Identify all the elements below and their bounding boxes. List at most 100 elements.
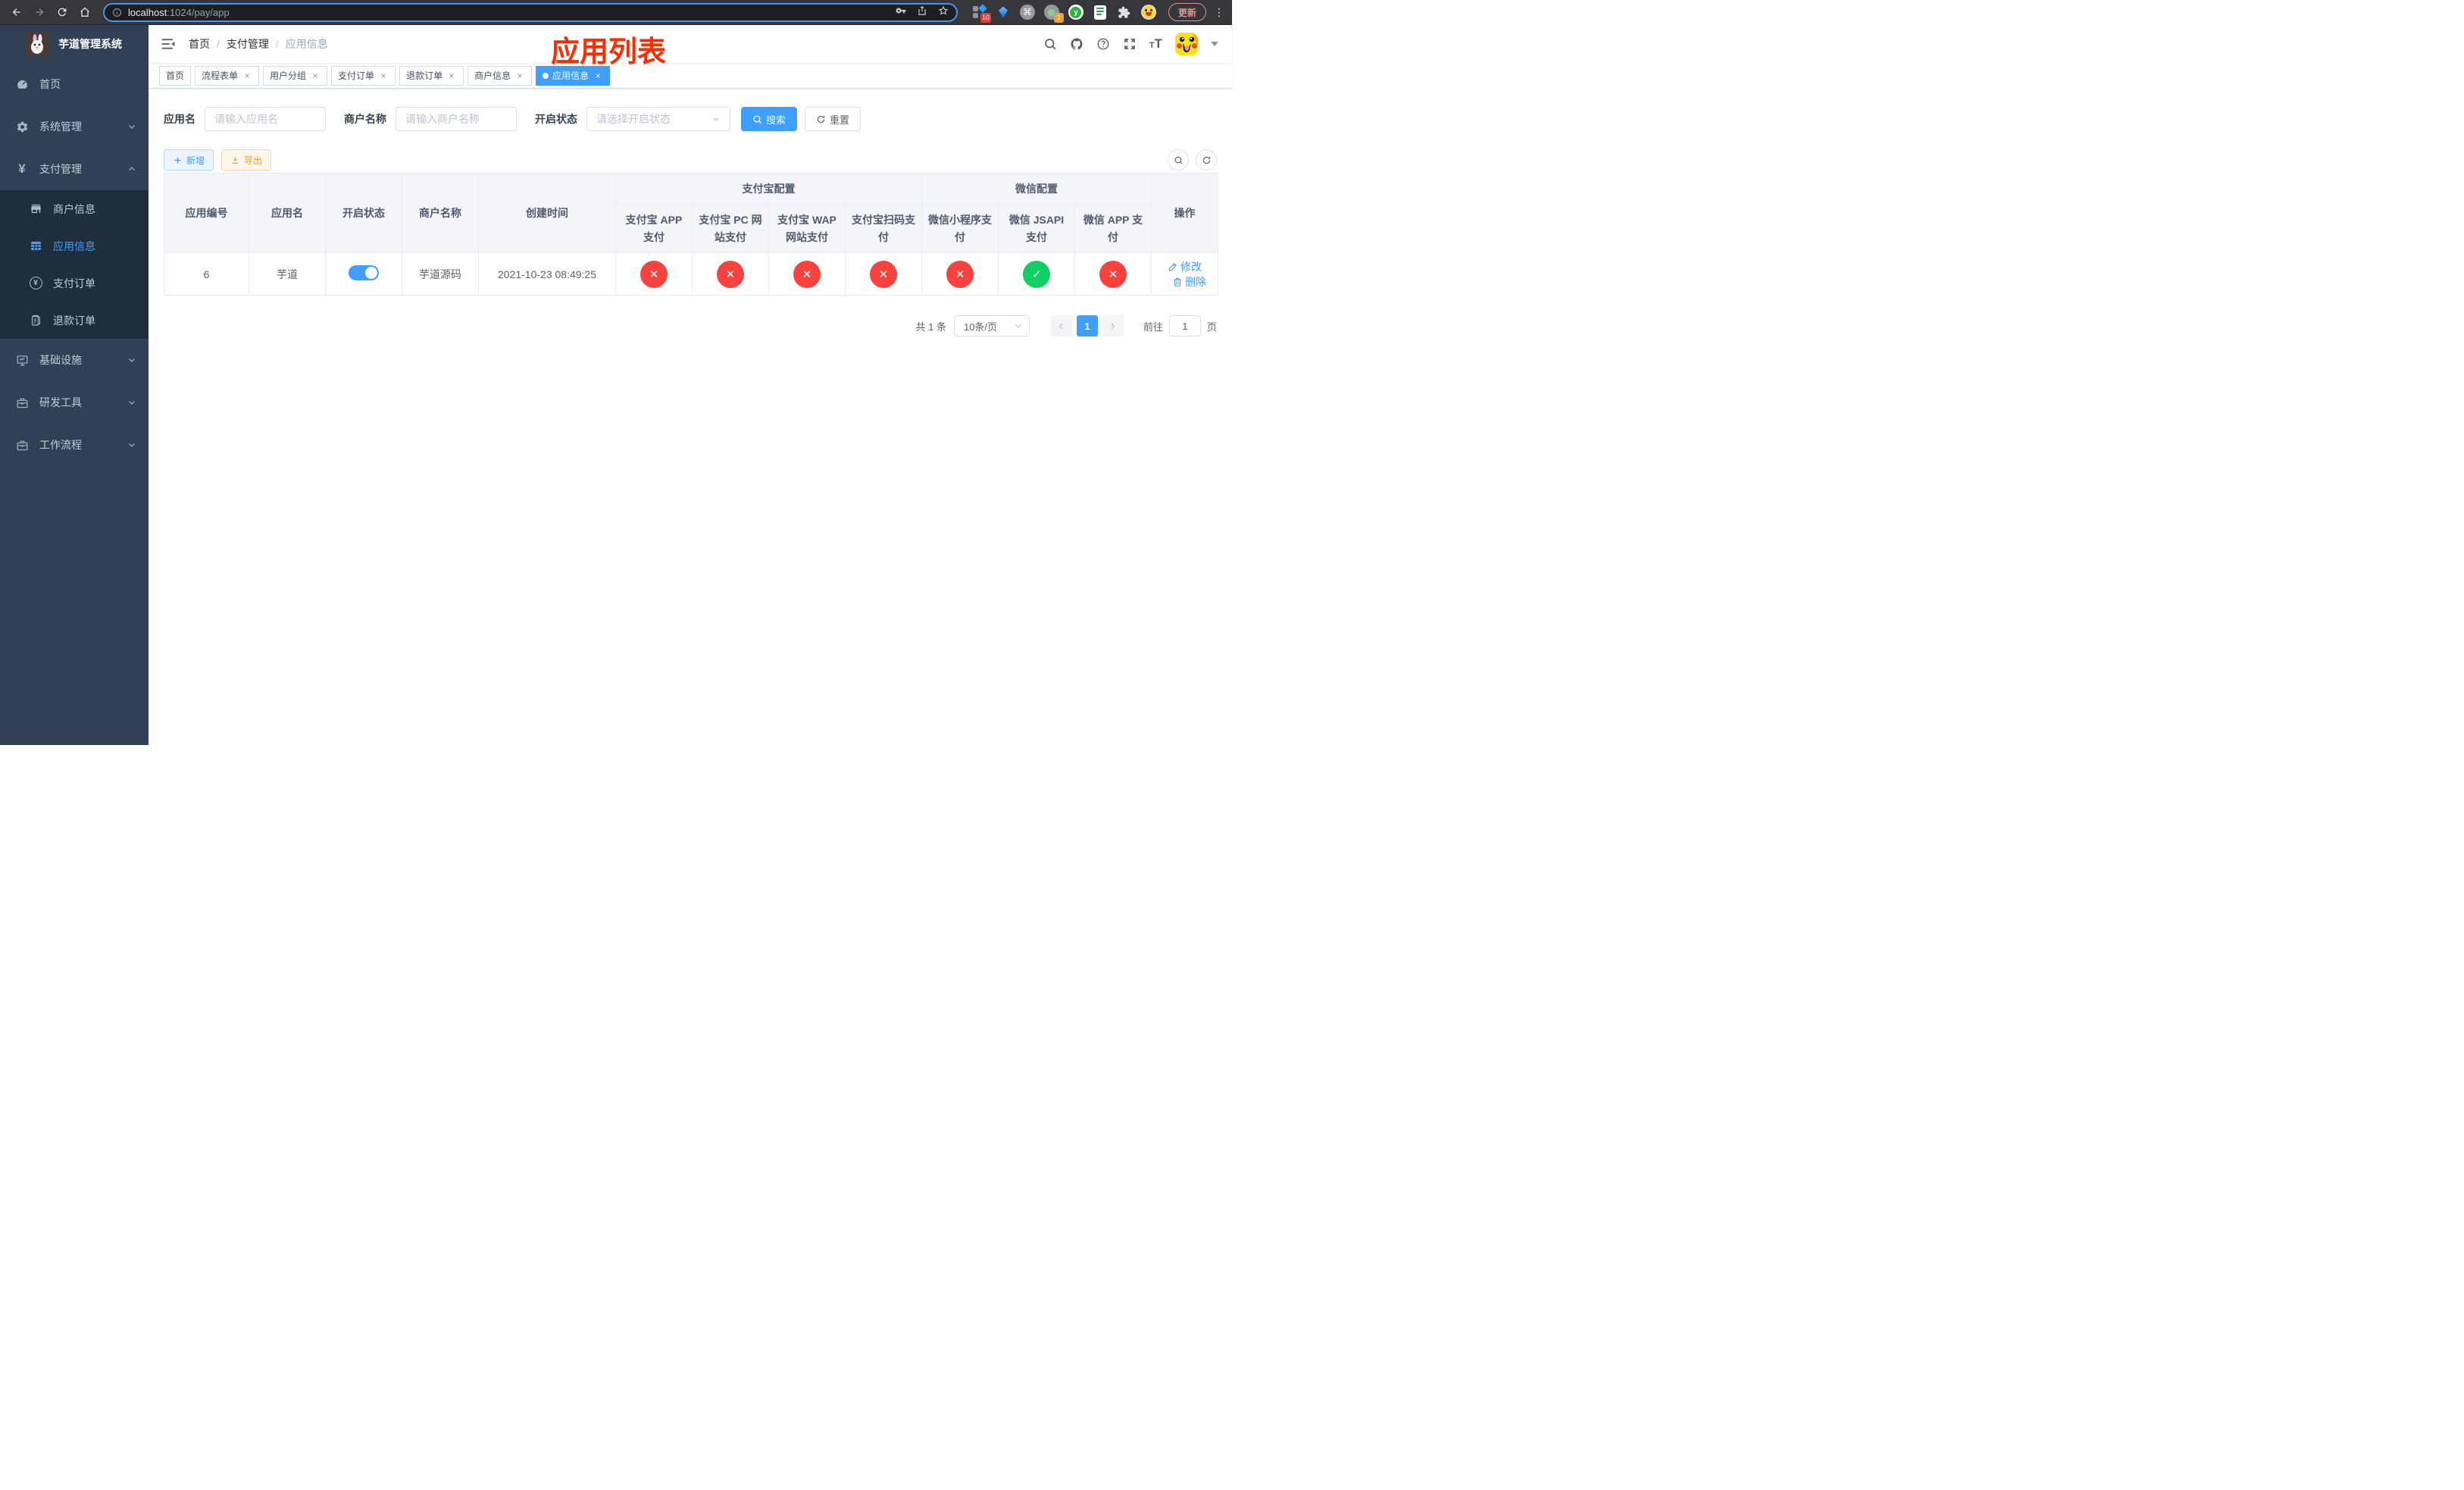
status-toggle[interactable] (349, 265, 379, 280)
page-number-1[interactable]: 1 (1076, 315, 1098, 337)
edit-link[interactable]: 修改 (1168, 259, 1202, 274)
tags-view-bar: 首页 流程表单 用户分组 支付订单 退款订单 商户信息 应用信息 (149, 63, 1232, 89)
extensions-puzzle-icon[interactable] (1117, 5, 1132, 20)
extension-badge: 10 (980, 13, 991, 23)
prev-page-button[interactable] (1050, 315, 1072, 337)
address-bar[interactable]: localhost:1024/pay/app (103, 2, 958, 22)
sidebar-item-system[interactable]: 系统管理 (0, 105, 149, 148)
back-icon[interactable] (8, 3, 26, 21)
chrome-update-button[interactable]: 更新 (1168, 3, 1206, 21)
sidebar-item-workflow[interactable]: 工作流程 (0, 424, 149, 466)
active-tab-dot (543, 72, 549, 79)
share-icon[interactable] (917, 5, 927, 20)
export-button[interactable]: 导出 (221, 149, 272, 171)
sidebar-item-dev-tools[interactable]: 研发工具 (0, 381, 149, 424)
sidebar-item-label: 研发工具 (39, 396, 82, 408)
sidebar-item-label: 支付订单 (53, 277, 95, 290)
delete-link[interactable]: 删除 (1172, 274, 1206, 290)
status-select[interactable]: 请选择开启状态 (586, 107, 730, 131)
sidebar-item-home[interactable]: 首页 (0, 63, 149, 105)
site-info-icon[interactable] (112, 8, 122, 17)
extension-doc-icon[interactable] (1093, 5, 1108, 20)
page-size-select[interactable]: 10条/页 (953, 315, 1030, 337)
monitor-icon (15, 353, 29, 367)
goto-page-input[interactable] (1168, 315, 1201, 337)
forward-icon[interactable] (30, 3, 48, 21)
tab-home[interactable]: 首页 (159, 65, 192, 86)
avatar[interactable] (1175, 33, 1198, 55)
tab-close-icon[interactable] (593, 70, 603, 81)
github-icon[interactable] (1070, 37, 1083, 51)
breadcrumb-payment[interactable]: 支付管理 (227, 36, 269, 52)
search-icon[interactable] (1043, 37, 1057, 51)
status-wechat-jsapi-icon: ✓ (1023, 260, 1050, 288)
gear-icon (15, 120, 29, 133)
sidebar-item-app-info[interactable]: 应用信息 (0, 227, 149, 265)
field-label-merchant-name: 商户名称 (344, 113, 386, 125)
avatar-caret-icon[interactable] (1211, 42, 1218, 46)
bookmark-star-icon[interactable] (938, 5, 949, 20)
col-header-app-id: 应用编号 (164, 173, 249, 253)
browser-menu-icon[interactable]: ⋮ (1214, 6, 1224, 19)
refresh-button[interactable] (1196, 149, 1217, 171)
merchant-name-input[interactable] (396, 107, 517, 131)
table-toolbar: 新增 导出 (164, 149, 1217, 171)
extension-record-icon[interactable]: 1 (1043, 5, 1064, 23)
help-icon[interactable] (1096, 37, 1110, 51)
app-logo[interactable]: 芋道管理系统 (0, 25, 149, 63)
status-alipay-wap-icon: ✕ (793, 260, 821, 288)
pagination: 共 1 条 10条/页 1 前往 页 (164, 315, 1217, 337)
password-key-icon[interactable] (896, 5, 906, 20)
col-header-status: 开启状态 (325, 173, 402, 253)
sidebar-item-label: 应用信息 (53, 239, 95, 252)
profile-emoji-icon[interactable] (1140, 5, 1156, 20)
breadcrumb-home[interactable]: 首页 (189, 36, 210, 52)
grid-icon (29, 239, 42, 253)
sidebar-item-label: 首页 (39, 78, 61, 90)
sidebar-item-label: 退款订单 (53, 314, 95, 327)
extension-command-icon[interactable]: ⌘ (1019, 5, 1035, 20)
gauge-icon (15, 77, 29, 91)
sidebar-item-merchant-info[interactable]: 商户信息 (0, 190, 149, 227)
col-header-alipay-wap: 支付宝 WAP 网站支付 (768, 205, 846, 253)
sidebar-item-label: 基础设施 (39, 354, 82, 366)
status-alipay-app-icon: ✕ (640, 260, 668, 288)
search-button[interactable]: 搜索 (741, 107, 798, 131)
cell-alipay-wap: ✕ (768, 252, 846, 296)
sidebar-item-payment[interactable]: ¥ 支付管理 (0, 148, 149, 190)
add-button[interactable]: 新增 (164, 149, 214, 171)
next-page-button[interactable] (1102, 315, 1124, 337)
tab-pay-order[interactable]: 支付订单 (331, 65, 396, 86)
cell-created: 2021-10-23 08:49:25 (478, 252, 616, 296)
chevron-down-icon (127, 440, 136, 449)
sidebar-collapse-icon[interactable] (160, 36, 177, 52)
tab-close-icon[interactable] (446, 70, 457, 81)
toggle-search-button[interactable] (1168, 149, 1189, 171)
tab-process-form[interactable]: 流程表单 (195, 65, 260, 86)
extension-gem-icon[interactable] (996, 5, 1011, 20)
extension-y-icon[interactable]: y (1068, 5, 1083, 20)
cell-alipay-pc: ✕ (692, 252, 769, 296)
tab-merchant-info[interactable]: 商户信息 (467, 65, 533, 86)
chevron-down-icon (127, 398, 136, 407)
home-icon[interactable] (76, 3, 94, 21)
tab-close-icon[interactable] (310, 70, 321, 81)
sidebar-item-infrastructure[interactable]: 基础设施 (0, 339, 149, 381)
reset-button[interactable]: 重置 (805, 107, 861, 131)
extension-blocks-icon[interactable]: 10 (971, 4, 991, 23)
cell-actions: 修改 删除 (1151, 252, 1218, 296)
tab-close-icon[interactable] (378, 70, 389, 81)
tab-close-icon[interactable] (514, 70, 525, 81)
tab-user-group[interactable]: 用户分组 (263, 65, 328, 86)
sidebar-item-pay-order[interactable]: ¥ 支付订单 (0, 265, 149, 302)
tab-refund-order[interactable]: 退款订单 (399, 65, 464, 86)
sidebar-item-refund-order[interactable]: 退款订单 (0, 302, 149, 339)
logo-avatar (25, 32, 49, 56)
col-group-alipay: 支付宝配置 (615, 173, 922, 205)
fullscreen-icon[interactable] (1123, 37, 1137, 51)
sidebar: 芋道管理系统 首页 系统管理 ¥ 支付管理 商户信息 应用信息 ¥ 支付订单 退… (0, 25, 149, 745)
app-name-input[interactable] (205, 107, 326, 131)
reload-icon[interactable] (53, 3, 71, 21)
font-size-icon[interactable]: TT (1149, 36, 1162, 52)
tab-close-icon[interactable] (242, 70, 252, 81)
